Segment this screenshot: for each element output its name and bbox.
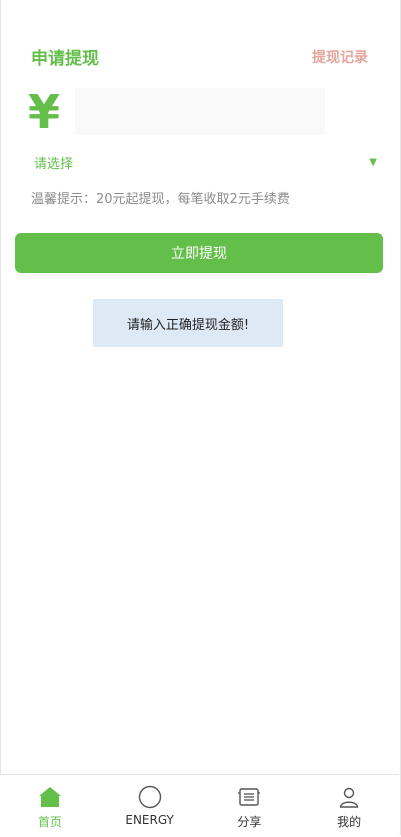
user-icon — [337, 785, 361, 809]
withdraw-button[interactable]: 立即提现 — [15, 233, 383, 273]
tab-mine[interactable]: 我的 — [299, 775, 399, 837]
bottom-tabbar: 首页 ENERGY 分享 我的 — [0, 774, 399, 837]
dropdown-arrow-icon: ▼ — [369, 156, 377, 168]
amount-input[interactable] — [75, 88, 325, 135]
tab-share[interactable]: 分享 — [200, 775, 300, 837]
tab-energy[interactable]: ENERGY — [100, 775, 200, 837]
tab-home[interactable]: 首页 — [0, 775, 100, 837]
tab-energy-label: ENERGY — [125, 813, 174, 827]
account-select-value: 请选择 — [34, 156, 74, 172]
share-list-icon — [237, 785, 261, 809]
page-title: 申请提现 — [31, 49, 99, 69]
tab-mine-label: 我的 — [337, 815, 362, 829]
home-icon — [38, 785, 62, 809]
currency-symbol: ¥ — [28, 85, 61, 139]
withdraw-records-link[interactable]: 提现记录 — [312, 47, 368, 67]
tab-home-label: 首页 — [37, 815, 62, 829]
account-select[interactable]: 请选择 ▼ — [34, 150, 379, 174]
circle-icon — [138, 785, 162, 809]
error-toast: 请输入正确提现金额! — [93, 299, 283, 347]
fee-tip: 温馨提示：20元起提现，每笔收取2元手续费 — [31, 192, 290, 207]
tab-share-label: 分享 — [237, 815, 262, 829]
